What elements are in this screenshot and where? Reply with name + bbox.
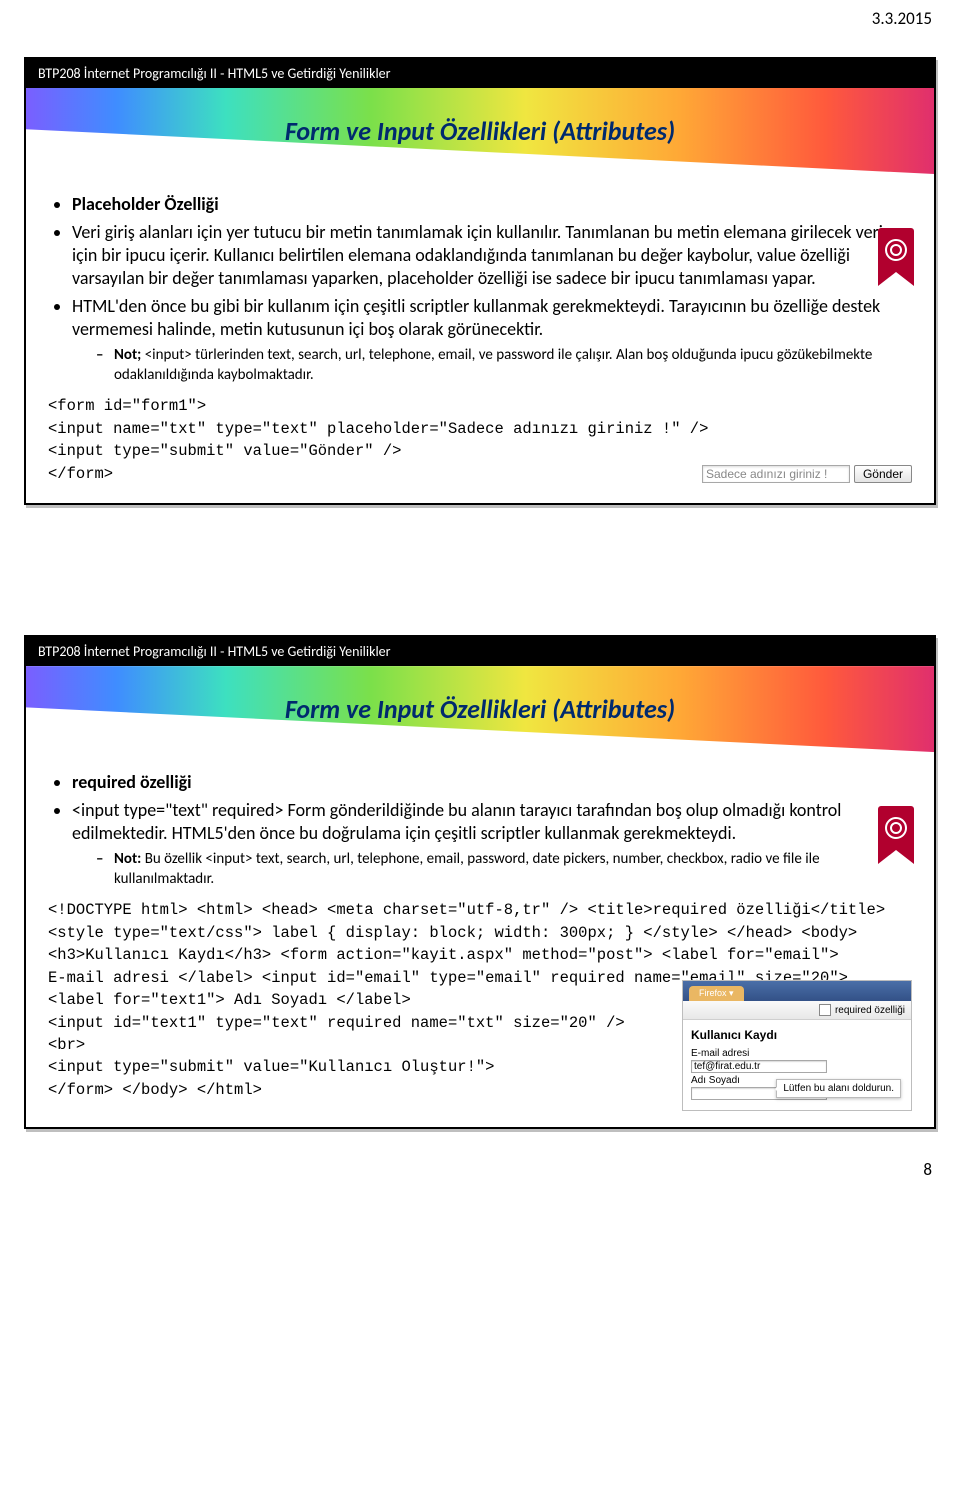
ribbon-icon bbox=[878, 228, 914, 288]
shot-tab: Firefox ▾ bbox=[689, 986, 744, 1001]
shot-checkbox-icon bbox=[819, 1004, 831, 1016]
s1-bullet-desc: Veri giriş alanları için yer tutucu bir … bbox=[72, 221, 912, 290]
s1-subnote: Not; <input> türlerinden text, search, u… bbox=[96, 346, 912, 385]
slide2-title: Form ve Input Özellikleri (Attributes) bbox=[26, 666, 934, 752]
shot-bar-title: required özelliği bbox=[835, 1005, 905, 1016]
slide1-title: Form ve Input Özellikleri (Attributes) bbox=[26, 88, 934, 174]
slide2-course: BTP208 İnternet Programcılığı II - HTML5… bbox=[26, 637, 934, 666]
demo-submit-button[interactable]: Gönder bbox=[854, 465, 912, 483]
shot-email-input[interactable] bbox=[691, 1060, 827, 1073]
s2-bullet-desc: <input type="text" required> Form gönder… bbox=[72, 799, 912, 845]
demo-text-input[interactable] bbox=[702, 465, 850, 483]
s1-demo: Gönder bbox=[702, 465, 912, 483]
s1-bullet-html: HTML'den önce bu gibi bir kullanım için … bbox=[72, 295, 912, 341]
s2-subnote: Not: Bu özellik <input> text, search, ur… bbox=[96, 850, 912, 889]
slide2-hero: Form ve Input Özellikleri (Attributes) bbox=[26, 666, 934, 752]
page-number: 8 bbox=[0, 1129, 960, 1200]
shot-tooltip: Lütfen bu alanı doldurun. bbox=[776, 1079, 901, 1098]
slide-1: BTP208 İnternet Programcılığı II - HTML5… bbox=[24, 57, 936, 505]
page-date: 3.3.2015 bbox=[0, 0, 960, 29]
slide1-course: BTP208 İnternet Programcılığı II - HTML5… bbox=[26, 59, 934, 88]
s2-bullet-required: required özelliği bbox=[72, 771, 912, 794]
s1-bullet-placeholder: Placeholder Özelliği bbox=[72, 193, 912, 216]
browser-screenshot: Firefox ▾ required özelliği Kullanıcı Ka… bbox=[682, 980, 912, 1111]
slide1-hero: Form ve Input Özellikleri (Attributes) bbox=[26, 88, 934, 174]
slide-2: BTP208 İnternet Programcılığı II - HTML5… bbox=[24, 635, 936, 1129]
shot-heading: Kullanıcı Kaydı bbox=[691, 1028, 903, 1042]
shot-label-email: E-mail adresi bbox=[691, 1048, 903, 1059]
